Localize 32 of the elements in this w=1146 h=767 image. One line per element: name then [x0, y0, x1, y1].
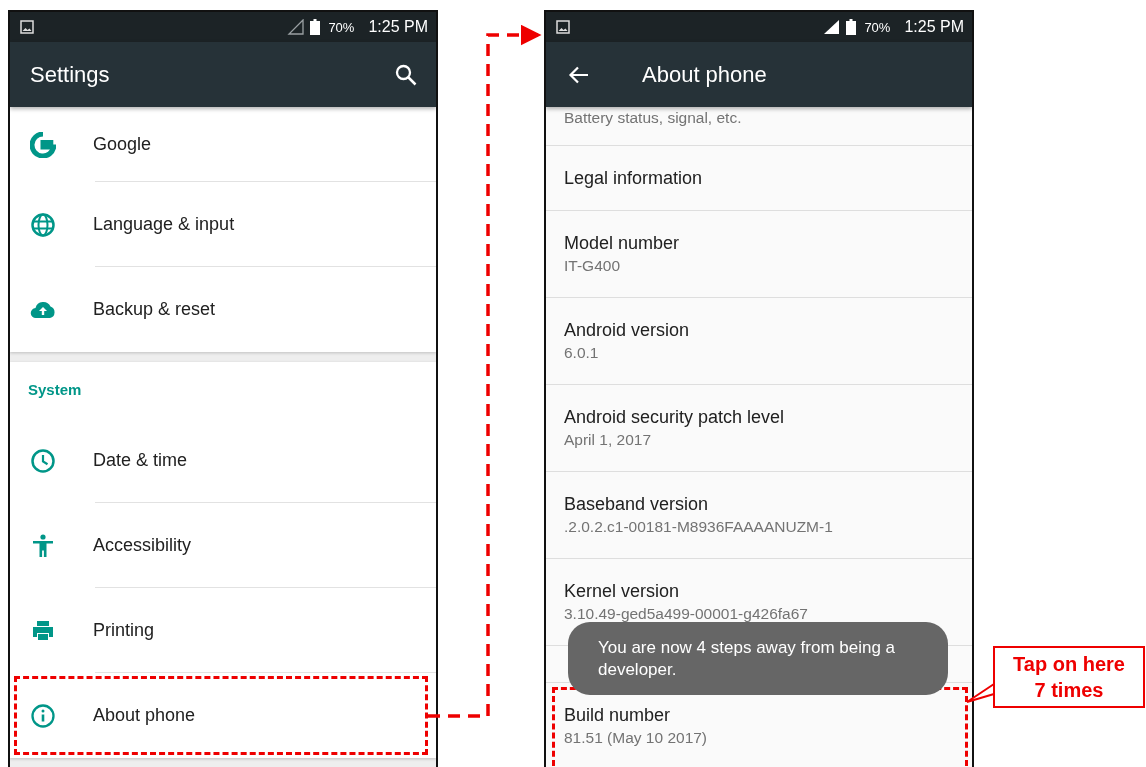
- battery-icon: [310, 19, 321, 35]
- section-header: System: [27, 380, 83, 400]
- about-row[interactable]: Battery status, signal, etc.: [546, 107, 972, 146]
- about-row[interactable]: Android security patch level April 1, 2017: [546, 385, 972, 472]
- settings-item[interactable]: Google: [10, 107, 436, 182]
- settings-item[interactable]: Printing: [10, 588, 436, 673]
- message-toast: You are now 4 steps away from being a developer.: [568, 622, 948, 695]
- settings-item[interactable]: Date & time: [10, 418, 436, 503]
- person-icon: [30, 532, 56, 559]
- status-time: 1:25 PM: [368, 18, 428, 36]
- settings-item[interactable]: About phone: [10, 673, 436, 758]
- callout-label: Tap on here 7 times: [993, 646, 1145, 708]
- about-row[interactable]: Android version 6.0.1: [546, 298, 972, 385]
- image-notification-icon: [20, 20, 34, 34]
- image-notification-icon: [556, 20, 570, 34]
- globe-icon: [30, 211, 56, 238]
- g-logo-icon: [30, 131, 56, 158]
- app-bar-title: Settings: [30, 61, 111, 88]
- about-row[interactable]: Model number IT-G400: [546, 211, 972, 298]
- about-row[interactable]: Legal information: [546, 146, 972, 211]
- about-row[interactable]: Baseband version .2.0.2.c1-00181-M8936FAAAANUZM-1: [546, 472, 972, 559]
- app-bar-title: About phone: [642, 61, 768, 88]
- status-time: 1:25 PM: [904, 18, 964, 36]
- battery-icon: [846, 19, 857, 35]
- info-icon: [30, 702, 56, 729]
- battery-percent: 70%: [328, 19, 355, 35]
- settings-item[interactable]: Backup & reset: [10, 267, 436, 352]
- search-icon[interactable]: [394, 62, 418, 87]
- battery-percent: 70%: [864, 19, 891, 35]
- settings-item[interactable]: Language & input: [10, 182, 436, 267]
- clock-icon: [30, 447, 56, 474]
- settings-item[interactable]: Accessibility: [10, 503, 436, 588]
